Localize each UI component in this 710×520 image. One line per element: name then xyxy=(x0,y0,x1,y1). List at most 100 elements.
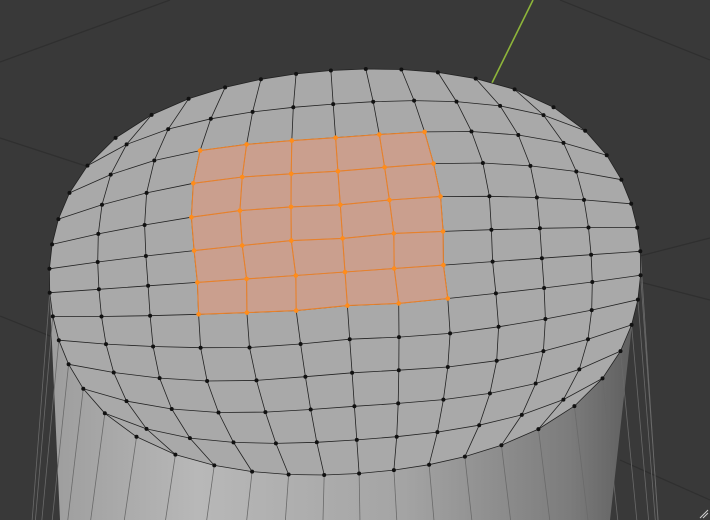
vertex[interactable] xyxy=(604,153,609,158)
vertex[interactable] xyxy=(322,473,327,477)
vertex[interactable] xyxy=(142,223,147,227)
selected-vertex[interactable] xyxy=(197,148,203,153)
vertex[interactable] xyxy=(50,314,55,319)
selected-vertex[interactable] xyxy=(244,276,249,282)
vertex[interactable] xyxy=(619,177,624,182)
vertex[interactable] xyxy=(638,273,643,278)
vertex[interactable] xyxy=(95,260,100,264)
vertex[interactable] xyxy=(186,96,191,101)
vertex[interactable] xyxy=(151,344,156,349)
selected-vertex[interactable] xyxy=(237,208,243,213)
vertex[interactable] xyxy=(477,423,482,428)
vertex[interactable] xyxy=(352,404,357,409)
vertex[interactable] xyxy=(357,471,362,476)
vertex[interactable] xyxy=(157,376,162,381)
selected-vertex[interactable] xyxy=(377,132,382,137)
vertex[interactable] xyxy=(47,266,52,271)
vertex[interactable] xyxy=(102,411,107,416)
vertex[interactable] xyxy=(561,140,566,145)
selected-vertex[interactable] xyxy=(288,171,294,177)
vertex[interactable] xyxy=(96,231,101,236)
vertex[interactable] xyxy=(435,70,440,75)
vertex[interactable] xyxy=(173,452,178,457)
vertex[interactable] xyxy=(216,410,221,415)
vertex[interactable] xyxy=(635,225,640,230)
selected-vertex[interactable] xyxy=(288,204,294,210)
vertex[interactable] xyxy=(273,441,278,446)
vertex[interactable] xyxy=(583,128,588,133)
vertex[interactable] xyxy=(371,99,376,104)
vertex[interactable] xyxy=(294,71,299,76)
vertex[interactable] xyxy=(574,169,579,174)
vertex[interactable] xyxy=(536,427,541,432)
vertex[interactable] xyxy=(187,436,192,441)
vertex[interactable] xyxy=(494,358,499,363)
vertex[interactable] xyxy=(589,252,594,257)
vertex[interactable] xyxy=(363,67,368,71)
vertex[interactable] xyxy=(99,314,104,319)
vertex[interactable] xyxy=(254,378,259,383)
vertex[interactable] xyxy=(572,404,577,409)
selected-vertex[interactable] xyxy=(289,138,295,143)
vertex[interactable] xyxy=(445,365,450,369)
vertex[interactable] xyxy=(144,426,149,431)
selected-vertex[interactable] xyxy=(195,280,200,285)
selected-vertex[interactable] xyxy=(239,243,245,248)
vertex[interactable] xyxy=(85,163,90,168)
selected-vertex[interactable] xyxy=(335,168,341,174)
vertex[interactable] xyxy=(104,342,108,347)
vertex[interactable] xyxy=(493,291,498,296)
vertex[interactable] xyxy=(152,158,157,163)
vertex[interactable] xyxy=(537,226,542,231)
vertex[interactable] xyxy=(350,370,355,375)
selected-vertex[interactable] xyxy=(333,135,338,140)
vertex[interactable] xyxy=(391,468,396,473)
selected-vertex[interactable] xyxy=(340,236,345,241)
vertex[interactable] xyxy=(441,397,446,402)
vertex[interactable] xyxy=(541,113,546,118)
selected-vertex[interactable] xyxy=(196,312,201,317)
vertex[interactable] xyxy=(67,190,72,195)
vertex[interactable] xyxy=(56,338,61,343)
vertex[interactable] xyxy=(618,349,623,354)
vertex[interactable] xyxy=(397,335,401,340)
selected-vertex[interactable] xyxy=(382,165,387,170)
vertex[interactable] xyxy=(134,434,139,439)
vertex[interactable] xyxy=(399,67,404,72)
vertex[interactable] xyxy=(638,249,643,254)
selected-vertex[interactable] xyxy=(445,296,451,301)
vertex[interactable] xyxy=(250,109,255,114)
vertex[interactable] xyxy=(144,190,149,195)
vertex[interactable] xyxy=(412,98,417,103)
vertex[interactable] xyxy=(124,399,129,404)
vertex[interactable] xyxy=(291,105,296,110)
vertex[interactable] xyxy=(205,379,210,383)
viewport-canvas[interactable] xyxy=(0,0,710,520)
vertex[interactable] xyxy=(528,163,533,168)
vertex[interactable] xyxy=(81,386,86,391)
vertex[interactable] xyxy=(298,342,303,346)
vertex[interactable] xyxy=(635,297,640,302)
vertex[interactable] xyxy=(539,256,544,261)
vertex[interactable] xyxy=(541,349,546,354)
vertex[interactable] xyxy=(212,463,217,468)
vertex[interactable] xyxy=(462,454,467,459)
vertex[interactable] xyxy=(582,197,586,202)
vertex[interactable] xyxy=(543,317,548,321)
vertex[interactable] xyxy=(551,105,556,110)
vertex[interactable] xyxy=(435,430,440,435)
area-split-corner-icon[interactable] xyxy=(699,509,709,519)
vertex[interactable] xyxy=(629,322,634,327)
selected-vertex[interactable] xyxy=(191,248,197,253)
vertex[interactable] xyxy=(166,127,171,132)
selected-vertex[interactable] xyxy=(293,273,299,278)
vertex[interactable] xyxy=(148,313,153,318)
selected-vertex[interactable] xyxy=(338,202,343,208)
vertex[interactable] xyxy=(250,469,255,474)
vertex[interactable] xyxy=(487,194,492,199)
vertex[interactable] xyxy=(499,443,504,448)
vertex[interactable] xyxy=(347,337,352,342)
selected-vertex[interactable] xyxy=(342,269,348,275)
vertex[interactable] xyxy=(124,142,129,147)
vertex[interactable] xyxy=(50,242,55,247)
